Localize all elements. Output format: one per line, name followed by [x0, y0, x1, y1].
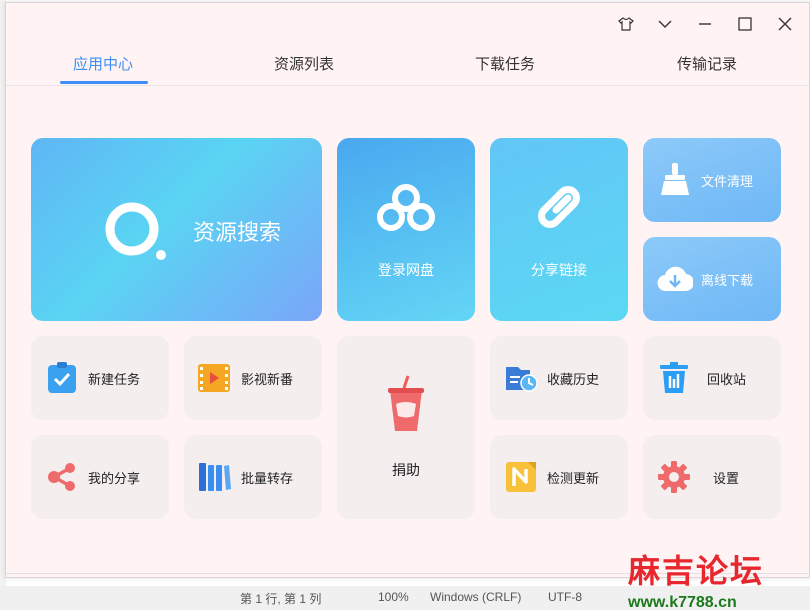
resource-search-label: 资源搜索	[193, 221, 282, 246]
history-label: 收藏历史	[547, 373, 600, 388]
tab-download-tasks[interactable]: 下载任务	[445, 53, 565, 74]
check-update-label: 检测更新	[547, 472, 600, 487]
login-disk-tile[interactable]: 登录网盘	[337, 138, 475, 321]
update-icon	[506, 462, 536, 492]
recycle-bin-tile[interactable]: 回收站	[643, 336, 781, 420]
status-position: 第 1 行, 第 1 列	[240, 592, 322, 606]
status-zoom: 100%	[378, 590, 409, 604]
watermark: 麻吉论坛 www.k7788.cn	[628, 546, 788, 612]
cloud-disk-icon	[377, 184, 435, 231]
history-icon	[506, 367, 538, 392]
tab-app-center[interactable]: 应用中心	[43, 53, 163, 74]
close-icon[interactable]	[772, 13, 798, 35]
maximize-icon[interactable]	[732, 13, 758, 35]
new-task-label: 新建任务	[88, 373, 141, 388]
settings-label: 设置	[713, 472, 740, 487]
share-link-tile[interactable]: 分享链接	[490, 138, 628, 321]
cloud-download-icon	[657, 266, 693, 292]
title-bar	[6, 3, 809, 43]
clipboard-check-icon	[48, 362, 76, 393]
search-ring-icon	[105, 202, 166, 260]
tab-divider	[6, 85, 809, 86]
broom-icon	[661, 163, 689, 195]
status-encoding: UTF-8	[548, 590, 582, 604]
active-tab-indicator	[60, 81, 148, 84]
resource-search-tile[interactable]: 资源搜索	[31, 138, 322, 321]
offline-download-tile[interactable]: 离线下载	[643, 237, 781, 321]
settings-tile[interactable]: 设置	[643, 435, 781, 519]
batch-transfer-tile[interactable]: 批量转存	[184, 435, 322, 519]
gear-icon	[658, 461, 690, 493]
watermark-title: 麻吉论坛	[628, 552, 765, 590]
offline-download-label: 离线下载	[701, 274, 754, 289]
tab-bar: 应用中心 资源列表 下载任务 传输记录	[6, 47, 809, 85]
cup-icon	[388, 375, 424, 431]
app-window: 应用中心 资源列表 下载任务 传输记录 资源搜索 登录网盘 分享链接 文件清理 …	[5, 2, 810, 578]
new-task-tile[interactable]: 新建任务	[31, 336, 169, 420]
recycle-bin-label: 回收站	[707, 373, 747, 388]
donate-tile[interactable]: 捐助	[337, 336, 475, 519]
tab-transfer-records[interactable]: 传输记录	[647, 53, 767, 74]
file-clean-tile[interactable]: 文件清理	[643, 138, 781, 222]
movies-tile[interactable]: 影视新番	[184, 336, 322, 420]
my-share-label: 我的分享	[88, 472, 141, 487]
books-icon	[199, 463, 231, 491]
my-share-tile[interactable]: 我的分享	[31, 435, 169, 519]
share-link-label: 分享链接	[531, 263, 587, 279]
minimize-icon[interactable]	[692, 13, 718, 35]
dropdown-icon[interactable]	[652, 13, 678, 35]
history-tile[interactable]: 收藏历史	[490, 336, 628, 420]
batch-transfer-label: 批量转存	[241, 472, 294, 487]
check-update-tile[interactable]: 检测更新	[490, 435, 628, 519]
tab-resource-list[interactable]: 资源列表	[244, 53, 364, 74]
login-disk-label: 登录网盘	[378, 263, 434, 279]
film-icon	[198, 364, 230, 392]
share-icon	[48, 463, 75, 491]
file-clean-label: 文件清理	[701, 175, 754, 190]
movies-label: 影视新番	[241, 373, 294, 388]
status-line-ending: Windows (CRLF)	[430, 590, 522, 604]
link-icon	[538, 186, 580, 228]
watermark-url: www.k7788.cn	[628, 594, 737, 611]
skin-icon[interactable]	[613, 13, 639, 35]
trash-icon	[660, 362, 688, 393]
donate-label: 捐助	[392, 463, 420, 479]
